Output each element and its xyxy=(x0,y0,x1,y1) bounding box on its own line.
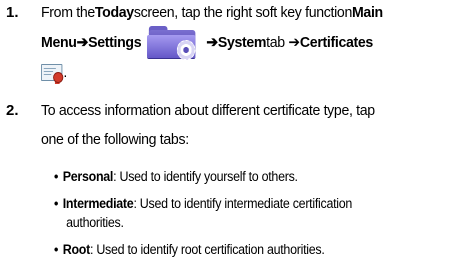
step-2-line-1: To access information about different ce… xyxy=(41,102,375,119)
certificate-icon xyxy=(41,62,64,84)
step-number: 1. xyxy=(6,4,19,21)
bullet: • xyxy=(54,169,59,184)
list-item-intermediate: • Intermediate: Used to identify intermed… xyxy=(54,194,435,214)
list-item-intermediate-cont: authorities. xyxy=(54,213,447,233)
text-run: screen, tap the right soft key function xyxy=(133,4,352,21)
step-text: From the Today screen, tap the right sof… xyxy=(41,0,439,86)
tab-name: Personal xyxy=(62,169,114,184)
step-1-line-1: From the Today screen, tap the right sof… xyxy=(41,0,439,26)
settings-folder-icon xyxy=(146,26,199,60)
text-run: From the xyxy=(41,4,95,21)
arrow-text: ➔ xyxy=(76,34,89,51)
list-item-personal: • Personal: Used to identify yourself to … xyxy=(54,167,435,187)
tab-name: Root xyxy=(62,242,91,257)
tab-description: : Used to identify intermediate certific… xyxy=(133,196,353,211)
text-run: tab ➔ xyxy=(266,34,300,51)
today-label: Today xyxy=(94,4,134,21)
certificates-label: Certificates xyxy=(299,34,373,51)
tab-description: authorities. xyxy=(66,215,124,230)
tab-description: : Used to identify yourself to others. xyxy=(113,169,298,184)
tab-name: Intermediate xyxy=(62,196,134,211)
list-item-root: • Root: Used to identify root certificati… xyxy=(54,240,435,260)
menu-label: Menu xyxy=(41,34,77,51)
step-1-line-2: Menu ➔ Settings ➔ System tab ➔ Certifica… xyxy=(41,26,439,60)
period: . xyxy=(63,64,67,81)
main-label: Main xyxy=(351,4,383,21)
arrow-text: ➔ xyxy=(206,34,218,51)
bullet: • xyxy=(54,242,59,257)
step-number: 2. xyxy=(6,102,19,119)
settings-label: Settings xyxy=(88,34,142,51)
tab-description: : Used to identify root certification au… xyxy=(89,242,325,257)
step-text: To access information about different ce… xyxy=(41,98,439,153)
system-label: System xyxy=(217,34,267,51)
step-1-line-3: . xyxy=(41,60,439,86)
step-2-line-2: one of the following tabs: xyxy=(41,131,189,148)
bullet: • xyxy=(54,196,59,211)
